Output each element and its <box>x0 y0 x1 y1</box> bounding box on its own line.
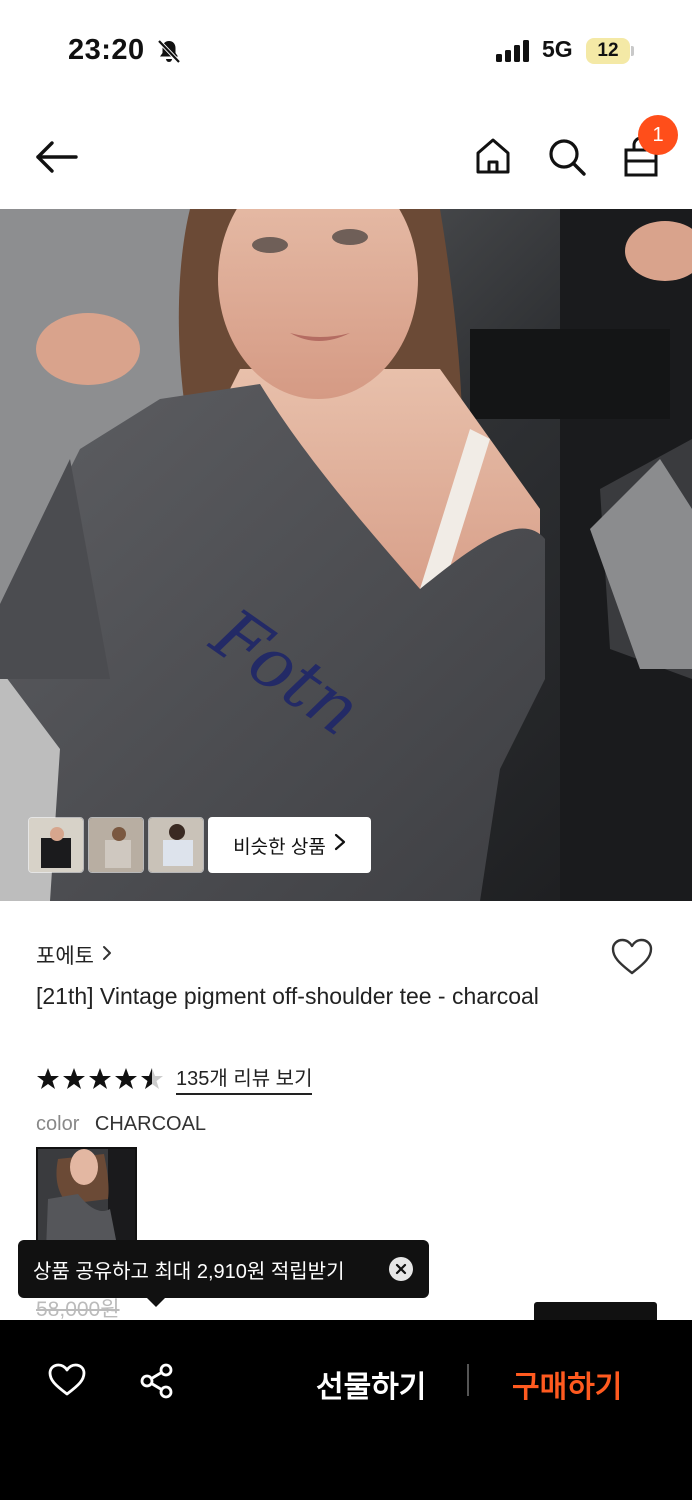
status-time: 23:20 <box>68 34 145 66</box>
color-option-row: color CHARCOAL <box>36 1113 206 1136</box>
search-icon[interactable] <box>546 136 588 183</box>
status-bar: 23:20 5G 12 <box>0 0 692 100</box>
buy-button[interactable]: 구매하기 <box>512 1362 622 1406</box>
gallery-thumb-1[interactable] <box>28 817 84 873</box>
rating-row: 135개 리뷰 보기 <box>36 1062 313 1095</box>
gift-button[interactable]: 선물하기 <box>316 1362 426 1406</box>
cart-count-badge: 1 <box>638 115 678 155</box>
battery-icon: 12 <box>586 38 630 64</box>
rating-stars <box>36 1067 164 1091</box>
chevron-right-icon <box>334 833 346 857</box>
product-main-image[interactable]: Fotn <box>0 209 692 901</box>
star-half-icon <box>141 1067 163 1089</box>
color-label: color <box>36 1113 80 1135</box>
color-swatch-charcoal[interactable] <box>36 1147 137 1248</box>
network-type: 5G <box>542 36 573 62</box>
gallery-thumb-2[interactable] <box>88 817 144 873</box>
top-nav <box>0 110 692 208</box>
signal-icon <box>496 40 532 62</box>
tooltip-text: 상품 공유하고 최대 2,910원 적립받기 <box>33 1260 345 1283</box>
gallery-thumb-3[interactable] <box>148 817 204 873</box>
review-link[interactable]: 135개 리뷰 보기 <box>176 1062 313 1095</box>
star-full-icon <box>89 1067 111 1089</box>
brand-name: 포에토 <box>36 945 94 968</box>
tooltip-arrow <box>146 1297 166 1307</box>
product-title: [21th] Vintage pigment off-shoulder tee … <box>36 983 539 1009</box>
star-full-icon <box>37 1067 59 1089</box>
star-full-icon <box>115 1067 137 1089</box>
heart-outline-icon[interactable] <box>48 1363 86 1402</box>
star-full-icon <box>63 1067 85 1089</box>
chevron-right-icon <box>102 943 112 967</box>
similar-products-label: 비슷한 상품 <box>233 836 326 858</box>
bell-muted-icon <box>156 38 182 69</box>
share-reward-tooltip: 상품 공유하고 최대 2,910원 적립받기 <box>18 1240 429 1298</box>
battery-tip <box>631 46 634 56</box>
home-icon[interactable] <box>474 136 512 181</box>
similar-products-button[interactable]: 비슷한 상품 <box>208 817 371 873</box>
wishlist-heart-icon[interactable] <box>611 938 653 981</box>
color-value: CHARCOAL <box>94 1113 207 1135</box>
bottom-action-bar: 선물하기 구매하기 <box>0 1320 692 1500</box>
share-icon[interactable] <box>139 1363 175 1404</box>
floating-label <box>534 1302 657 1322</box>
back-arrow-icon[interactable] <box>34 140 78 179</box>
brand-link[interactable]: 포에토 <box>36 940 112 970</box>
close-icon[interactable] <box>389 1257 413 1281</box>
divider <box>467 1364 469 1396</box>
